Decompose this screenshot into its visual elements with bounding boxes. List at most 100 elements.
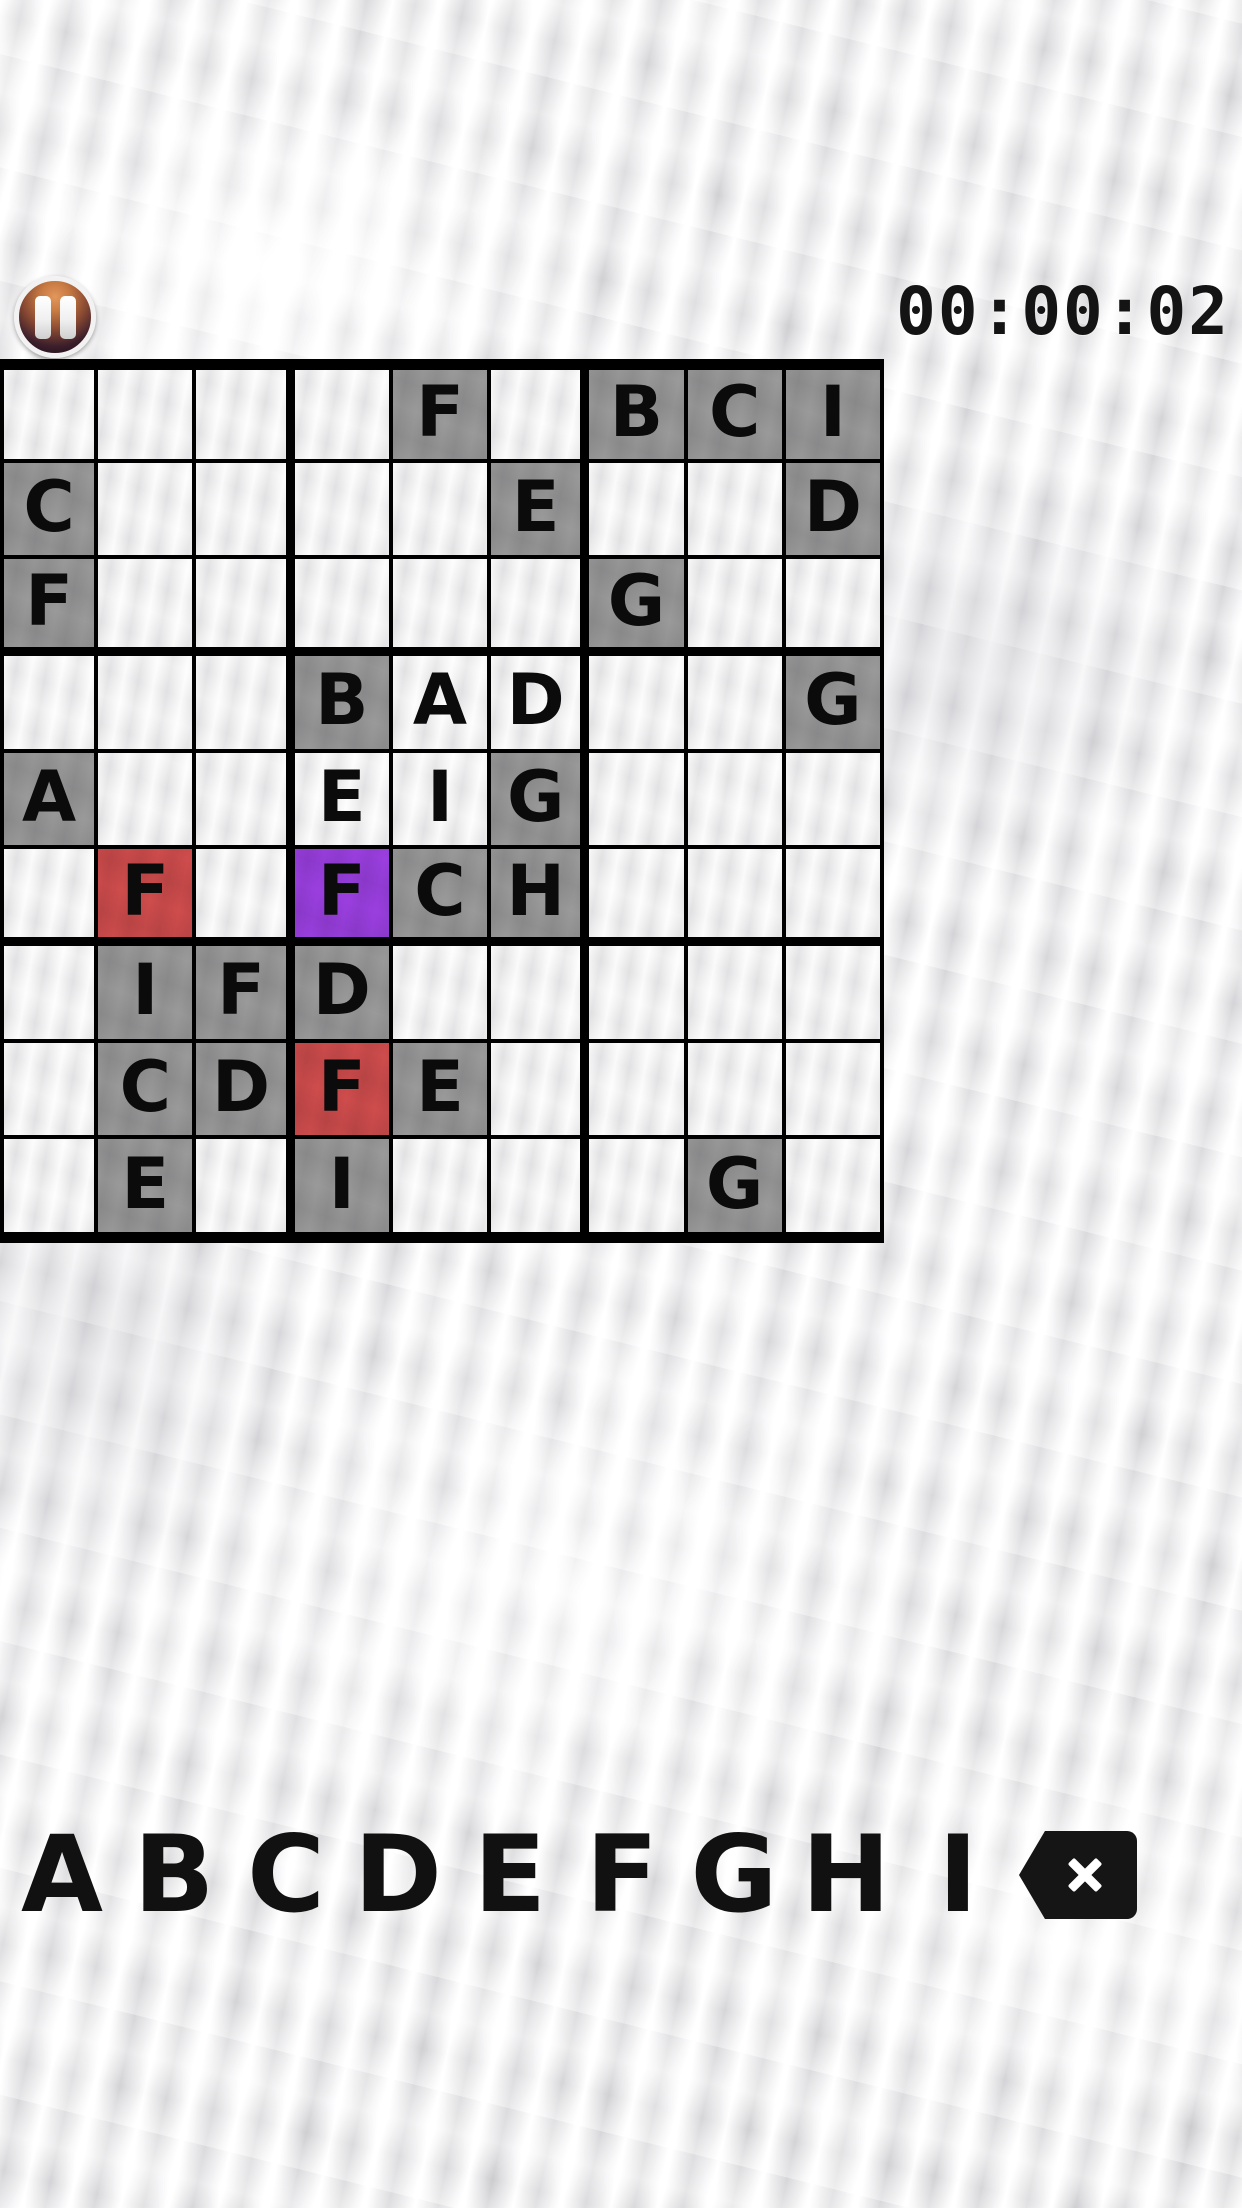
grid-cell-r6c4[interactable]: F [294, 849, 393, 946]
grid-cell-r7c7[interactable] [589, 945, 688, 1043]
grid-cell-r8c1[interactable] [0, 1042, 99, 1140]
grid-cell-r9c5[interactable] [392, 1139, 492, 1236]
grid-cell-r7c4[interactable]: D [294, 945, 393, 1043]
grid-cell-r8c3[interactable]: D [196, 1042, 295, 1140]
keypad-key-f[interactable]: F [564, 1815, 676, 1935]
grid-cell-r4c8[interactable] [687, 655, 786, 753]
grid-cell-r2c5[interactable] [392, 462, 492, 560]
grid-cell-r4c4[interactable]: B [294, 655, 393, 753]
grid-cell-r1c5[interactable]: F [392, 366, 492, 463]
grid-cell-r7c3[interactable]: F [196, 945, 295, 1043]
grid-cell-r6c2[interactable]: F [98, 849, 197, 946]
grid-cell-r4c3[interactable] [196, 655, 295, 753]
grid-cell-r4c2[interactable] [98, 655, 197, 753]
grid-cell-r9c1[interactable] [0, 1139, 99, 1236]
grid-cell-r7c6[interactable] [491, 945, 590, 1043]
grid-cell-r8c4[interactable]: F [294, 1042, 393, 1140]
grid-cell-r7c5[interactable] [392, 945, 492, 1043]
keypad-key-d[interactable]: D [340, 1815, 452, 1935]
cell-value: F [121, 850, 170, 933]
grid-cell-r1c6[interactable] [491, 366, 590, 463]
grid-cell-r7c1[interactable] [0, 945, 99, 1043]
grid-cell-r5c7[interactable] [589, 752, 688, 850]
grid-cell-r2c3[interactable] [196, 462, 295, 560]
grid-cell-r5c8[interactable] [687, 752, 786, 850]
cell-value: B [609, 371, 664, 454]
grid-cell-r4c7[interactable] [589, 655, 688, 753]
keypad-key-a[interactable]: A [4, 1815, 116, 1935]
grid-cell-r9c7[interactable] [589, 1139, 688, 1236]
grid-cell-r6c3[interactable] [196, 849, 295, 946]
grid-cell-r6c9[interactable] [785, 849, 884, 946]
grid-cell-r2c6[interactable]: E [491, 462, 590, 560]
grid-cell-r3c9[interactable] [785, 559, 884, 656]
grid-cell-r3c4[interactable] [294, 559, 393, 656]
grid-cell-r2c4[interactable] [294, 462, 393, 560]
sudoku-board[interactable]: FBCICEDFGBADGAEIGFFCHIFDCDFEEIG [0, 359, 884, 1243]
grid-cell-r3c1[interactable]: F [0, 559, 99, 656]
grid-cell-r4c6[interactable]: D [491, 655, 590, 753]
grid-cell-r8c9[interactable] [785, 1042, 884, 1140]
grid-cell-r1c1[interactable] [0, 366, 99, 463]
grid-cell-r6c5[interactable]: C [392, 849, 492, 946]
grid-cell-r6c6[interactable]: H [491, 849, 590, 946]
grid-cell-r1c4[interactable] [294, 366, 393, 463]
grid-cell-r6c1[interactable] [0, 849, 99, 946]
grid-cell-r5c5[interactable]: I [392, 752, 492, 850]
grid-cell-r6c8[interactable] [687, 849, 786, 946]
grid-cell-r4c5[interactable]: A [392, 655, 492, 753]
grid-cell-r2c8[interactable] [687, 462, 786, 560]
grid-cell-r2c9[interactable]: D [785, 462, 884, 560]
grid-cell-r6c7[interactable] [589, 849, 688, 946]
grid-cell-r1c2[interactable] [98, 366, 197, 463]
grid-cell-r1c8[interactable]: C [687, 366, 786, 463]
keypad-key-b[interactable]: B [116, 1815, 228, 1935]
keypad-key-g[interactable]: G [676, 1815, 788, 1935]
grid-cell-r9c2[interactable]: E [98, 1139, 197, 1236]
erase-button[interactable] [1012, 1815, 1144, 1935]
grid-cell-r7c9[interactable] [785, 945, 884, 1043]
grid-cell-r2c1[interactable]: C [0, 462, 99, 560]
grid-cell-r3c7[interactable]: G [589, 559, 688, 656]
grid-cell-r5c4[interactable]: E [294, 752, 393, 850]
keypad-key-e[interactable]: E [452, 1815, 564, 1935]
pause-button[interactable] [14, 276, 96, 358]
grid-cell-r7c2[interactable]: I [98, 945, 197, 1043]
grid-cell-r3c5[interactable] [392, 559, 492, 656]
cell-value: F [25, 560, 74, 643]
grid-cell-r8c6[interactable] [491, 1042, 590, 1140]
grid-cell-r9c8[interactable]: G [687, 1139, 786, 1236]
top-toolbar: 00:00:02 [0, 262, 1242, 362]
grid-cell-r1c3[interactable] [196, 366, 295, 463]
cell-value: A [22, 755, 77, 838]
grid-cell-r3c8[interactable] [687, 559, 786, 656]
grid-cell-r9c6[interactable] [491, 1139, 590, 1236]
grid-cell-r9c3[interactable] [196, 1139, 295, 1236]
grid-cell-r1c9[interactable]: I [785, 366, 884, 463]
grid-cell-r2c7[interactable] [589, 462, 688, 560]
grid-cell-r3c6[interactable] [491, 559, 590, 656]
grid-cell-r3c2[interactable] [98, 559, 197, 656]
grid-cell-r3c3[interactable] [196, 559, 295, 656]
grid-cell-r4c1[interactable] [0, 655, 99, 753]
grid-cell-r8c5[interactable]: E [392, 1042, 492, 1140]
grid-cell-r1c7[interactable]: B [589, 366, 688, 463]
grid-cell-r4c9[interactable]: G [785, 655, 884, 753]
letter-keypad[interactable]: ABCDEFGHI [0, 1810, 1242, 1940]
grid-cell-r5c6[interactable]: G [491, 752, 590, 850]
grid-cell-r5c2[interactable] [98, 752, 197, 850]
grid-cell-r8c8[interactable] [687, 1042, 786, 1140]
cell-value: C [708, 371, 761, 454]
keypad-key-h[interactable]: H [788, 1815, 900, 1935]
grid-cell-r2c2[interactable] [98, 462, 197, 560]
grid-cell-r9c9[interactable] [785, 1139, 884, 1236]
keypad-key-i[interactable]: I [900, 1815, 1012, 1935]
grid-cell-r8c7[interactable] [589, 1042, 688, 1140]
grid-cell-r8c2[interactable]: C [98, 1042, 197, 1140]
grid-cell-r5c9[interactable] [785, 752, 884, 850]
keypad-key-c[interactable]: C [228, 1815, 340, 1935]
grid-cell-r7c8[interactable] [687, 945, 786, 1043]
grid-cell-r9c4[interactable]: I [294, 1139, 393, 1236]
grid-cell-r5c1[interactable]: A [0, 752, 99, 850]
grid-cell-r5c3[interactable] [196, 752, 295, 850]
